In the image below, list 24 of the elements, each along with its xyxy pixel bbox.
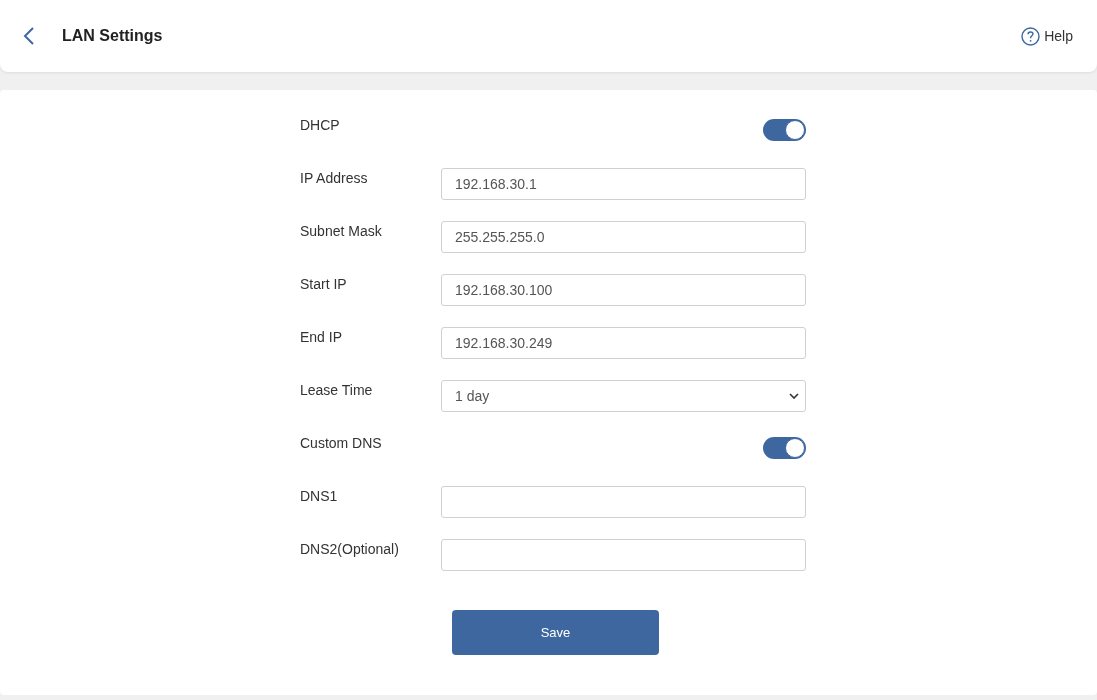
field-label: DHCP <box>300 116 341 135</box>
chevron-down-icon <box>789 393 799 399</box>
help-link[interactable]: Help <box>1044 25 1073 47</box>
field-label: Subnet Mask <box>300 222 383 241</box>
field-label: End IP <box>300 328 344 347</box>
field-label: Start IP <box>300 275 348 294</box>
toggle-switch[interactable] <box>763 437 806 459</box>
save-button[interactable]: Save <box>452 610 659 655</box>
field-label: Lease Time <box>300 381 374 400</box>
back-chevron-icon[interactable] <box>22 27 36 45</box>
input-field[interactable]: 192.168.30.1 <box>441 168 806 200</box>
input-field[interactable] <box>441 486 806 518</box>
input-field[interactable]: 255.255.255.0 <box>441 221 806 253</box>
input-field[interactable]: 192.168.30.249 <box>441 327 806 359</box>
input-field[interactable] <box>441 539 806 571</box>
field-label: DNS1 <box>300 487 339 506</box>
input-field[interactable]: 192.168.30.100 <box>441 274 806 306</box>
lease-time-dropdown[interactable]: 1 day <box>441 380 806 412</box>
toggle-switch[interactable] <box>763 119 806 141</box>
page-title: LAN Settings <box>62 26 163 46</box>
field-label: DNS2(Optional) <box>300 540 400 559</box>
field-label: Custom DNS <box>300 434 383 453</box>
help-icon[interactable] <box>1021 26 1041 46</box>
field-label: IP Address <box>300 169 369 188</box>
